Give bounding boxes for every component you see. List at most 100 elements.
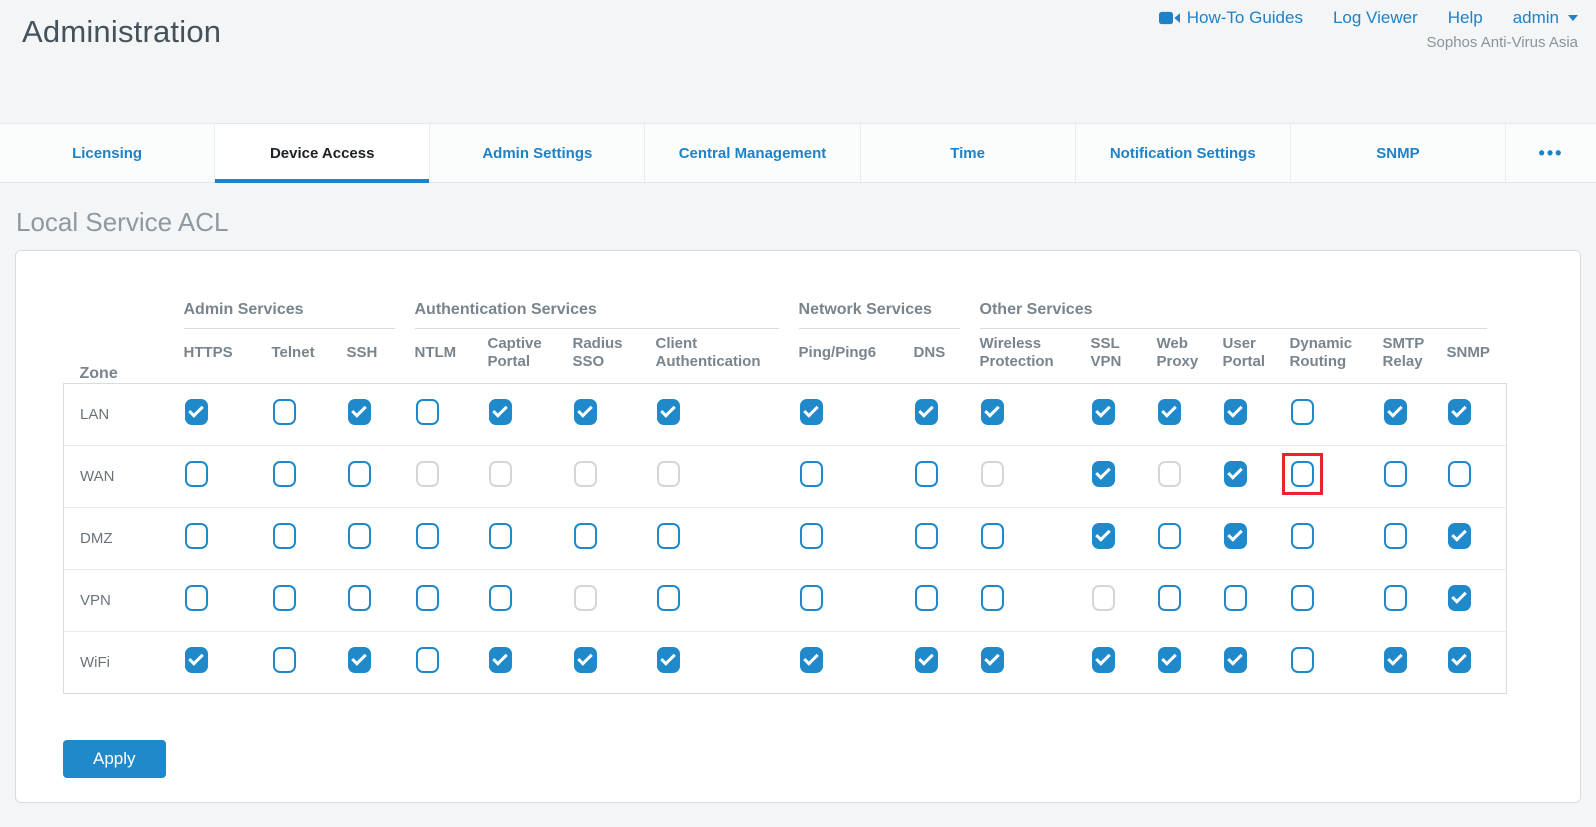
checkbox-vpn-snmp[interactable] — [1448, 585, 1471, 611]
checkbox-vpn-dns[interactable] — [915, 585, 938, 611]
checkbox-lan-ssl-vpn[interactable] — [1092, 399, 1115, 425]
checkbox-lan-dns[interactable] — [915, 399, 938, 425]
checkbox-dmz-telnet[interactable] — [273, 523, 296, 549]
group-header-network-services: Network Services — [799, 285, 980, 329]
checkbox-lan-snmp[interactable] — [1448, 399, 1471, 425]
column-header-radius-sso: Radius SSO — [573, 329, 656, 383]
log-viewer-link[interactable]: Log Viewer — [1333, 8, 1418, 28]
table-row-wan: WAN — [64, 445, 1507, 507]
checkbox-dmz-web-proxy[interactable] — [1158, 523, 1181, 549]
checkbox-dmz-https[interactable] — [185, 523, 208, 549]
tab-admin-settings[interactable]: Admin Settings — [430, 124, 645, 182]
checkbox-lan-user-portal[interactable] — [1224, 399, 1247, 425]
checkbox-vpn-client-authentication[interactable] — [657, 585, 680, 611]
admin-menu[interactable]: admin — [1513, 8, 1578, 28]
zone-column-header: Zone — [64, 285, 184, 383]
checkbox-dmz-ssl-vpn[interactable] — [1092, 523, 1115, 549]
checkbox-vpn-ntlm[interactable] — [416, 585, 439, 611]
checkbox-dmz-wireless-protection[interactable] — [981, 523, 1004, 549]
checkbox-lan-ntlm[interactable] — [416, 399, 439, 425]
checkbox-dmz-ntlm[interactable] — [416, 523, 439, 549]
checkbox-wan-ping-ping6[interactable] — [800, 461, 823, 487]
checkbox-dmz-snmp[interactable] — [1448, 523, 1471, 549]
checkbox-wan-ssh[interactable] — [348, 461, 371, 487]
checkbox-vpn-https[interactable] — [185, 585, 208, 611]
checkbox-wifi-ssl-vpn[interactable] — [1092, 647, 1115, 673]
table-row-wifi: WiFi — [64, 631, 1507, 693]
help-link[interactable]: Help — [1448, 8, 1483, 28]
tab-central-management[interactable]: Central Management — [645, 124, 860, 182]
checkbox-lan-ssh[interactable] — [348, 399, 371, 425]
tab-licensing[interactable]: Licensing — [0, 124, 215, 182]
checkbox-wan-https[interactable] — [185, 461, 208, 487]
checkbox-wan-user-portal[interactable] — [1224, 461, 1247, 487]
checkbox-wifi-web-proxy[interactable] — [1158, 647, 1181, 673]
checkbox-dmz-user-portal[interactable] — [1224, 523, 1247, 549]
checkbox-wifi-radius-sso[interactable] — [574, 647, 597, 673]
apply-button[interactable]: Apply — [63, 740, 166, 778]
zone-label-wan: WAN — [64, 445, 184, 507]
checkbox-wan-telnet[interactable] — [273, 461, 296, 487]
checkbox-wifi-captive-portal[interactable] — [489, 647, 512, 673]
checkbox-wan-smtp-relay[interactable] — [1384, 461, 1407, 487]
checkbox-vpn-captive-portal[interactable] — [489, 585, 512, 611]
more-tabs-button[interactable]: ••• — [1506, 124, 1596, 182]
checkbox-dmz-dns[interactable] — [915, 523, 938, 549]
checkbox-wifi-ping-ping6[interactable] — [800, 647, 823, 673]
checkbox-lan-web-proxy[interactable] — [1158, 399, 1181, 425]
checkbox-vpn-web-proxy[interactable] — [1158, 585, 1181, 611]
checkbox-wan-ssl-vpn[interactable] — [1092, 461, 1115, 487]
checkbox-wifi-smtp-relay[interactable] — [1384, 647, 1407, 673]
section-title: Local Service ACL — [16, 207, 1596, 238]
checkbox-vpn-wireless-protection[interactable] — [981, 585, 1004, 611]
tab-device-access[interactable]: Device Access — [215, 124, 430, 182]
checkbox-wifi-ssh[interactable] — [348, 647, 371, 673]
checkbox-dmz-dynamic-routing[interactable] — [1291, 523, 1314, 549]
checkbox-vpn-ssh[interactable] — [348, 585, 371, 611]
checkbox-lan-radius-sso[interactable] — [574, 399, 597, 425]
checkbox-lan-wireless-protection[interactable] — [981, 399, 1004, 425]
checkbox-wifi-snmp[interactable] — [1448, 647, 1471, 673]
checkbox-wifi-user-portal[interactable] — [1224, 647, 1247, 673]
column-header-wireless-protection: Wireless Protection — [980, 329, 1091, 383]
checkbox-vpn-ping-ping6[interactable] — [800, 585, 823, 611]
tab-snmp[interactable]: SNMP — [1291, 124, 1506, 182]
checkbox-wan-dynamic-routing[interactable] — [1291, 461, 1314, 487]
table-row-vpn: VPN — [64, 569, 1507, 631]
checkbox-wifi-telnet[interactable] — [273, 647, 296, 673]
zone-label-vpn: VPN — [64, 569, 184, 631]
checkbox-wifi-dns[interactable] — [915, 647, 938, 673]
checkbox-wifi-wireless-protection[interactable] — [981, 647, 1004, 673]
tab-time[interactable]: Time — [861, 124, 1076, 182]
checkbox-vpn-ssl-vpn — [1092, 585, 1115, 611]
checkbox-wan-dns[interactable] — [915, 461, 938, 487]
column-header-ssl-vpn: SSL VPN — [1091, 329, 1157, 383]
checkbox-lan-smtp-relay[interactable] — [1384, 399, 1407, 425]
checkbox-dmz-ssh[interactable] — [348, 523, 371, 549]
checkbox-lan-captive-portal[interactable] — [489, 399, 512, 425]
caret-down-icon — [1568, 15, 1578, 21]
checkbox-vpn-telnet[interactable] — [273, 585, 296, 611]
column-header-ssh: SSH — [347, 329, 415, 383]
checkbox-dmz-ping-ping6[interactable] — [800, 523, 823, 549]
tab-notification-settings[interactable]: Notification Settings — [1076, 124, 1291, 182]
checkbox-dmz-smtp-relay[interactable] — [1384, 523, 1407, 549]
checkbox-lan-dynamic-routing[interactable] — [1291, 399, 1314, 425]
checkbox-lan-https[interactable] — [185, 399, 208, 425]
checkbox-wifi-ntlm[interactable] — [416, 647, 439, 673]
checkbox-vpn-dynamic-routing[interactable] — [1291, 585, 1314, 611]
table-row-lan: LAN — [64, 383, 1507, 445]
checkbox-dmz-client-authentication[interactable] — [657, 523, 680, 549]
checkbox-dmz-captive-portal[interactable] — [489, 523, 512, 549]
how-to-guides-link[interactable]: How-To Guides — [1159, 8, 1303, 28]
checkbox-wan-snmp[interactable] — [1448, 461, 1471, 487]
checkbox-lan-ping-ping6[interactable] — [800, 399, 823, 425]
checkbox-wifi-dynamic-routing[interactable] — [1291, 647, 1314, 673]
checkbox-vpn-user-portal[interactable] — [1224, 585, 1247, 611]
checkbox-dmz-radius-sso[interactable] — [574, 523, 597, 549]
checkbox-vpn-smtp-relay[interactable] — [1384, 585, 1407, 611]
checkbox-wifi-https[interactable] — [185, 647, 208, 673]
checkbox-lan-telnet[interactable] — [273, 399, 296, 425]
checkbox-lan-client-authentication[interactable] — [657, 399, 680, 425]
checkbox-wifi-client-authentication[interactable] — [657, 647, 680, 673]
